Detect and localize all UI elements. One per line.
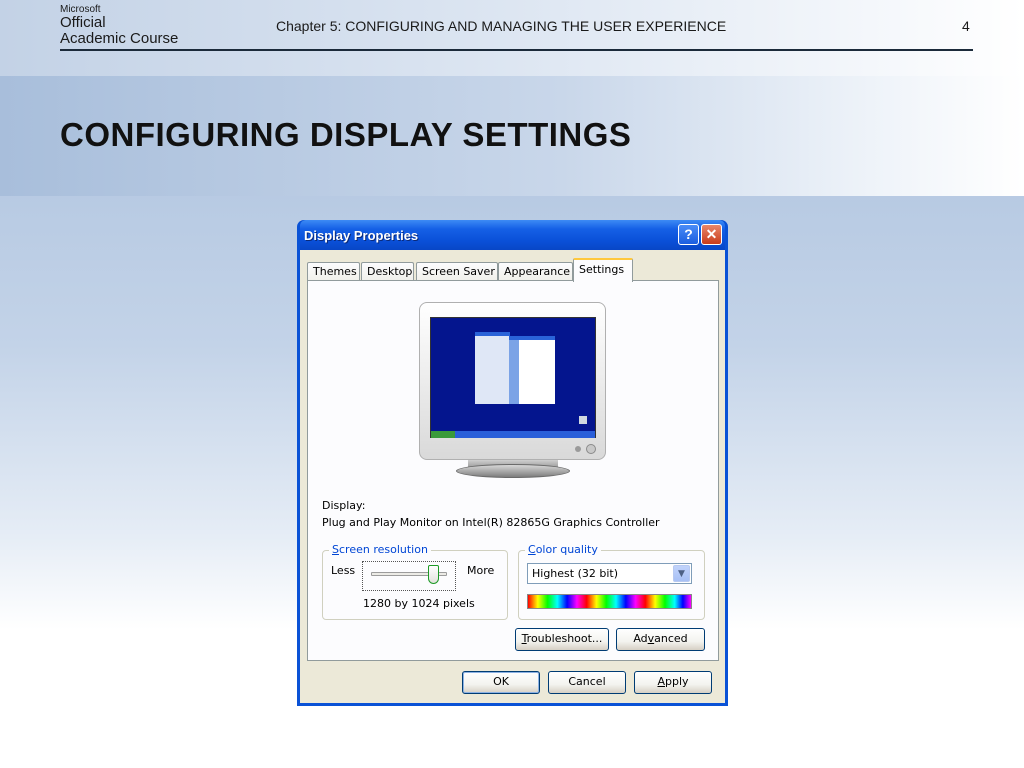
preview-desktop-icon xyxy=(579,416,587,424)
color-quality-select[interactable]: Highest (32 bit) ▼ xyxy=(527,563,692,584)
header-rule xyxy=(60,49,973,51)
tab-settings[interactable]: Settings xyxy=(573,258,633,282)
display-label: Display: xyxy=(322,499,366,512)
color-quality-legend: Color quality xyxy=(525,543,601,556)
power-led-icon xyxy=(575,446,581,452)
help-button[interactable]: ? xyxy=(678,224,699,245)
resolution-value: 1280 by 1024 pixels xyxy=(363,597,475,610)
color-quality-group: Color quality Highest (32 bit) ▼ xyxy=(518,543,705,620)
slide-title: CONFIGURING DISPLAY SETTINGS xyxy=(60,116,632,153)
troubleshoot-button[interactable]: Troubleshoot... xyxy=(515,628,609,651)
chapter-heading: Chapter 5: CONFIGURING AND MANAGING THE … xyxy=(276,18,727,34)
settings-panel: Display: Plug and Play Monitor on Intel(… xyxy=(307,280,719,661)
display-device-name: Plug and Play Monitor on Intel(R) 82865G… xyxy=(322,516,660,529)
color-quality-value: Highest (32 bit) xyxy=(532,567,619,580)
preview-taskbar xyxy=(431,431,595,438)
preview-start-button xyxy=(431,431,455,438)
ok-button[interactable]: OK xyxy=(462,671,540,694)
preview-window-left xyxy=(475,332,510,404)
color-spectrum-bar xyxy=(527,594,692,609)
dialog-client-area: Themes Desktop Screen Saver Appearance S… xyxy=(300,250,725,703)
tab-themes[interactable]: Themes xyxy=(307,262,360,281)
screen-resolution-group: Screen resolution Less More 1280 by 1024… xyxy=(322,543,508,620)
window-title: Display Properties xyxy=(304,228,419,243)
power-button-icon xyxy=(586,444,596,454)
course-logo: Microsoft Official Academic Course xyxy=(60,4,178,47)
monitor-stand xyxy=(456,464,570,478)
page-number: 4 xyxy=(962,18,970,34)
close-button[interactable]: ✕ xyxy=(701,224,722,245)
less-label: Less xyxy=(331,564,356,577)
chevron-down-icon[interactable]: ▼ xyxy=(673,565,690,582)
preview-window-right xyxy=(509,336,555,404)
slider-thumb[interactable] xyxy=(428,565,439,584)
apply-button[interactable]: Apply xyxy=(634,671,712,694)
resolution-slider[interactable] xyxy=(362,561,456,591)
logo-line1: Official xyxy=(60,14,106,31)
display-properties-window: Display Properties ? ✕ Themes Desktop Sc… xyxy=(297,220,728,706)
tab-appearance[interactable]: Appearance xyxy=(498,262,573,281)
more-label: More xyxy=(467,564,495,577)
tab-screen-saver[interactable]: Screen Saver xyxy=(416,262,498,281)
window-titlebar[interactable]: Display Properties ? ✕ xyxy=(300,220,725,250)
tab-desktop[interactable]: Desktop xyxy=(361,262,414,281)
advanced-button[interactable]: Advanced xyxy=(616,628,705,651)
logo-line2: Academic Course xyxy=(60,30,179,47)
monitor-screen xyxy=(430,317,596,438)
monitor-preview[interactable] xyxy=(419,302,606,460)
screen-resolution-legend: Screen resolution xyxy=(329,543,431,556)
cancel-button[interactable]: Cancel xyxy=(548,671,626,694)
